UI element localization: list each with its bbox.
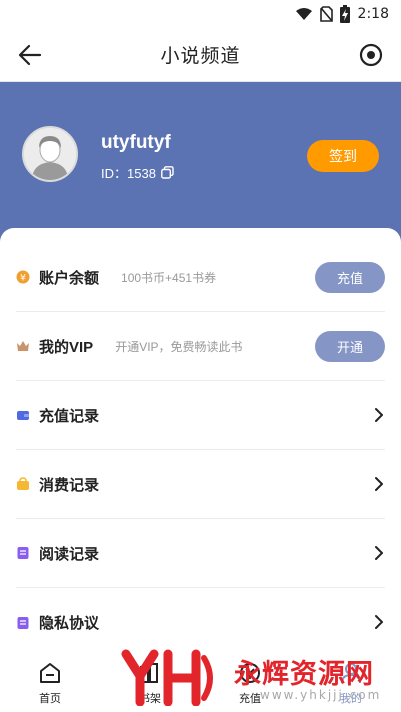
watermark-url: www.yhkjjj.com [260, 688, 382, 702]
recharge-button[interactable]: 充值 [315, 262, 385, 293]
tab-home-label: 首页 [39, 693, 61, 705]
user-id-text: ID：1538 [101, 166, 156, 181]
privacy-policy-row[interactable]: 隐私协议 [16, 588, 385, 657]
recharge-records-label: 充值记录 [39, 407, 100, 425]
read-records-label: 阅读记录 [39, 545, 100, 563]
svg-text:¥: ¥ [20, 273, 26, 283]
back-button[interactable] [16, 41, 44, 69]
account-balance-row: ¥ 账户余额 100书币+451书券 充值 [16, 243, 385, 312]
document-icon [16, 546, 30, 560]
page-title: 小说频道 [160, 46, 241, 67]
vip-crown-icon [16, 339, 30, 353]
coin-icon: ¥ [16, 270, 30, 284]
username: utyfutyf [101, 132, 171, 153]
consume-records-label: 消费记录 [39, 476, 100, 494]
open-vip-button[interactable]: 开通 [315, 331, 385, 362]
vip-detail: 开通VIP，免费畅读此书 [115, 339, 243, 354]
chevron-right-icon [375, 477, 383, 491]
watermark-logo [121, 649, 213, 706]
target-button[interactable] [359, 43, 383, 67]
battery-charging-icon [339, 5, 350, 23]
wifi-icon [295, 8, 312, 20]
sign-in-button[interactable]: 签到 [307, 140, 379, 172]
read-records-row[interactable]: 阅读记录 [16, 519, 385, 588]
avatar[interactable] [22, 126, 78, 182]
no-sim-icon [319, 6, 333, 22]
tab-home[interactable]: 首页 [0, 652, 100, 712]
watermark: 永辉资源网 www.yhkjjj.com [120, 648, 380, 708]
balance-label: 账户余额 [39, 269, 100, 287]
copy-icon[interactable] [161, 166, 174, 179]
home-icon [40, 663, 60, 683]
chevron-right-icon [375, 615, 383, 629]
chevron-right-icon [375, 408, 383, 422]
document-icon [16, 616, 30, 630]
back-arrow-icon [18, 44, 42, 66]
balance-detail: 100书币+451书券 [121, 270, 217, 285]
consume-records-row[interactable]: 消费记录 [16, 450, 385, 519]
vip-label: 我的VIP [39, 338, 94, 356]
wallet-icon [16, 408, 30, 422]
privacy-policy-label: 隐私协议 [39, 615, 100, 632]
target-icon [359, 43, 383, 67]
chevron-right-icon [375, 546, 383, 560]
default-avatar-icon [24, 128, 76, 180]
status-bar: 2:18 [0, 0, 401, 28]
user-id: ID：1538 [101, 163, 174, 182]
status-time: 2:18 [357, 6, 389, 22]
my-vip-row: 我的VIP 开通VIP，免费畅读此书 开通 [16, 312, 385, 381]
recharge-records-row[interactable]: 充值记录 [16, 381, 385, 450]
app-bar: 小说频道 [0, 28, 401, 82]
bag-icon [16, 477, 30, 491]
account-menu-card: ¥ 账户余额 100书币+451书券 充值 我的VIP 开通VIP，免费畅读此书… [0, 228, 401, 668]
watermark-text: 永辉资源网 [234, 659, 374, 689]
